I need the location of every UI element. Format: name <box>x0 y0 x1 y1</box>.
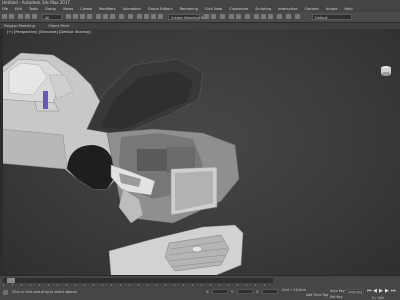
workspace-dropdown[interactable]: Default <box>312 14 352 20</box>
x-label: X: <box>206 290 210 294</box>
layer-explorer-icon[interactable] <box>220 14 225 19</box>
select-by-name-icon[interactable] <box>73 14 78 19</box>
key-filter-dropdown[interactable]: Selected <box>346 289 364 294</box>
spinner-snap-icon[interactable] <box>158 14 163 19</box>
unlink-icon[interactable] <box>25 14 30 19</box>
time-slider[interactable] <box>3 278 273 283</box>
render-production-icon[interactable] <box>268 14 273 19</box>
grid-size: Grid = 10,0cm <box>282 288 307 292</box>
play-icon[interactable]: ▶ <box>379 289 383 294</box>
z-coordinate-field[interactable] <box>262 289 278 294</box>
a360-cloud-icon[interactable] <box>295 14 300 19</box>
mirror-icon[interactable] <box>204 14 209 19</box>
rectangular-selection-icon[interactable] <box>80 14 85 19</box>
angle-snap-icon[interactable] <box>144 14 149 19</box>
viewcube-icon[interactable] <box>378 65 394 77</box>
print-size-icon[interactable] <box>286 14 291 19</box>
snaps-toggle-icon[interactable] <box>137 14 142 19</box>
status-bar: Click or click-and-drag to select object… <box>0 275 400 300</box>
schematic-view-icon[interactable] <box>236 14 241 19</box>
select-rotate-icon[interactable] <box>103 14 108 19</box>
render-teapot-icon[interactable] <box>277 14 282 19</box>
redo-icon[interactable] <box>9 14 14 19</box>
selection-filter-dropdown[interactable]: All <box>42 14 62 20</box>
add-time-tag-button[interactable]: Add Time Tag <box>306 293 328 297</box>
x-coordinate-field[interactable] <box>212 289 228 294</box>
pivot-center-icon[interactable] <box>128 14 133 19</box>
perspective-viewport[interactable]: [+] [Perspective] [Standard] [Default Sh… <box>3 29 400 275</box>
car-model[interactable] <box>3 29 400 275</box>
previous-frame-icon[interactable]: ◀ <box>373 289 377 294</box>
go-to-end-icon[interactable]: ⏭ <box>391 289 396 294</box>
material-editor-icon[interactable] <box>245 14 250 19</box>
align-icon[interactable] <box>211 14 216 19</box>
next-frame-icon[interactable]: ▶ <box>385 289 389 294</box>
link-icon[interactable] <box>18 14 23 19</box>
frame-counter[interactable]: 0 / 100 <box>372 296 384 300</box>
main-toolbar: All Create Selection Se Default <box>0 12 400 23</box>
percent-snap-icon[interactable] <box>151 14 156 19</box>
z-label: Z: <box>256 290 260 294</box>
select-object-icon[interactable] <box>66 14 71 19</box>
bind-space-warp-icon[interactable] <box>32 14 37 19</box>
y-label: Y: <box>231 290 234 294</box>
maxscript-listener-icon[interactable] <box>3 290 8 295</box>
curve-editor-icon[interactable] <box>229 14 234 19</box>
select-move-icon[interactable] <box>96 14 101 19</box>
undo-icon[interactable] <box>2 14 7 19</box>
reference-coordinate-icon[interactable] <box>119 14 124 19</box>
auto-key-button[interactable]: Auto Key <box>330 289 345 293</box>
status-message: Click or click-and-drag to select object… <box>12 290 77 294</box>
rendered-frame-window-icon[interactable] <box>261 14 266 19</box>
window-crossing-icon[interactable] <box>87 14 92 19</box>
y-coordinate-field[interactable] <box>237 289 253 294</box>
named-selection-set-dropdown[interactable]: Create Selection Se <box>168 14 205 20</box>
go-to-start-icon[interactable]: ⏮ <box>367 289 372 294</box>
select-scale-icon[interactable] <box>110 14 115 19</box>
set-key-button[interactable]: Set Key <box>330 295 342 299</box>
render-setup-icon[interactable] <box>254 14 259 19</box>
timeline-track[interactable] <box>3 284 273 286</box>
time-slider-handle[interactable] <box>7 278 15 283</box>
